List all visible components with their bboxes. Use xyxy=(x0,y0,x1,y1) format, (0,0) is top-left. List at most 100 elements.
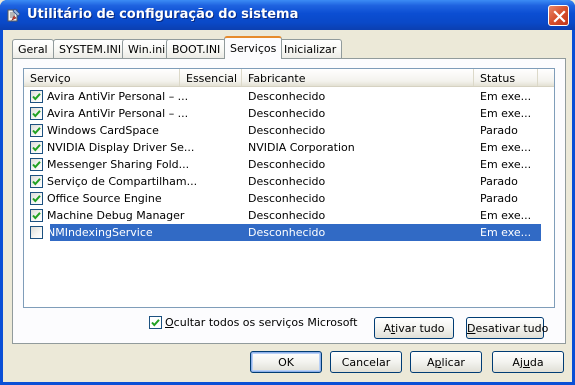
manufacturer-cell: Desconhecido xyxy=(248,107,326,120)
tab-label: Inicializar xyxy=(284,43,337,56)
btn-text: A xyxy=(427,356,435,369)
manufacturer-cell: Desconhecido xyxy=(248,124,326,137)
manufacturer-cell: NVIDIA Corporation xyxy=(248,141,355,154)
status-cell: Parado xyxy=(480,124,518,137)
status-cell: Em exe... xyxy=(480,209,532,222)
tab-boot-ini[interactable]: BOOT.INI xyxy=(166,39,227,58)
list-header: Serviço Essencial Fabricante Status xyxy=(24,69,554,87)
checkmark-icon xyxy=(32,93,41,101)
services-list[interactable]: Serviço Essencial Fabricante Status Avir… xyxy=(23,68,555,308)
service-checkbox[interactable] xyxy=(30,192,43,205)
table-row[interactable]: Machine Debug Manager Desconhecido Em exe.… xyxy=(24,207,554,224)
dialog-client-area: Geral SYSTEM.INI Win.ini BOOT.INI Serviç… xyxy=(3,30,572,382)
service-name-cell: NMIndexingService xyxy=(47,226,153,239)
btn-text: licar xyxy=(441,356,465,369)
table-row[interactable]: NVIDIA Display Driver Se... NVIDIA Corpor… xyxy=(24,139,554,156)
status-cell: Em exe... xyxy=(480,158,532,171)
status-cell: Em exe... xyxy=(480,90,532,103)
apply-button[interactable]: Aplicar xyxy=(410,351,482,373)
table-row[interactable]: Messenger Sharing Fold... Desconhecido Em … xyxy=(24,156,554,173)
service-checkbox[interactable] xyxy=(30,209,43,222)
tab-label: Geral xyxy=(18,43,48,56)
manufacturer-cell: Desconhecido xyxy=(248,192,326,205)
disable-all-button[interactable]: Desativar tudo xyxy=(466,317,548,339)
title-bar[interactable]: Utilitário de configuração do sistema xyxy=(0,0,575,30)
manufacturer-cell: Desconhecido xyxy=(248,175,326,188)
manufacturer-cell: Desconhecido xyxy=(248,209,326,222)
service-name-cell: Machine Debug Manager xyxy=(47,209,185,222)
tab-label: SYSTEM.INI xyxy=(59,43,122,56)
column-header-status[interactable]: Status xyxy=(474,69,538,86)
services-tab-panel: Serviço Essencial Fabricante Status Avir… xyxy=(12,58,566,344)
service-checkbox[interactable] xyxy=(30,175,43,188)
checkmark-icon xyxy=(32,161,41,169)
service-name-cell: Office Source Engine xyxy=(47,192,162,205)
column-label: Fabricante xyxy=(248,72,306,85)
service-name-cell: Avira AntiVir Personal – ... xyxy=(47,107,189,120)
checkmark-icon xyxy=(151,319,160,327)
service-checkbox[interactable] xyxy=(30,141,43,154)
btn-text: Cancelar xyxy=(341,356,391,369)
tab-label: Win.ini xyxy=(128,43,166,56)
column-label: Status xyxy=(480,72,516,85)
tab-geral[interactable]: Geral xyxy=(12,39,54,58)
msconfig-icon xyxy=(6,7,22,23)
checkmark-icon xyxy=(32,178,41,186)
btn-text: da xyxy=(529,356,544,369)
service-name-cell: NVIDIA Display Driver Se... xyxy=(47,141,195,154)
btn-text: A xyxy=(383,322,391,335)
table-row[interactable]: Avira AntiVir Personal – ... Desconhecido… xyxy=(24,105,554,122)
hide-microsoft-services-checkbox[interactable] xyxy=(149,316,162,329)
close-icon xyxy=(553,10,566,23)
hide-microsoft-services-label[interactable]: Ocultar todos os serviços Microsoft xyxy=(165,316,357,329)
btn-text: ivar tudo xyxy=(395,322,445,335)
tab-servicos[interactable]: Serviços xyxy=(224,36,283,59)
table-row[interactable]: NMIndexingService Desconhecido Em exe... xyxy=(24,224,554,241)
manufacturer-cell: Desconhecido xyxy=(248,158,326,171)
service-checkbox[interactable] xyxy=(30,90,43,103)
checkmark-icon xyxy=(32,195,41,203)
service-checkbox[interactable] xyxy=(30,124,43,137)
tab-label: BOOT.INI xyxy=(172,43,221,56)
btn-text: esativar tudo xyxy=(475,322,549,335)
service-name-cell: Messenger Sharing Fold... xyxy=(47,158,190,171)
checkmark-icon xyxy=(32,212,41,220)
service-checkbox[interactable] xyxy=(30,107,43,120)
checkmark-icon xyxy=(32,110,41,118)
hide-label-text: cultar todos os serviços Microsoft xyxy=(173,316,358,329)
manufacturer-cell: Desconhecido xyxy=(248,90,326,103)
btn-text: Aj xyxy=(512,356,523,369)
tab-system-ini[interactable]: SYSTEM.INI xyxy=(53,39,128,58)
checkmark-icon xyxy=(32,144,41,152)
service-checkbox[interactable] xyxy=(30,226,43,239)
tab-inicializar[interactable]: Inicializar xyxy=(278,39,343,58)
status-cell: Parado xyxy=(480,175,518,188)
service-name-cell: Avira AntiVir Personal – ... xyxy=(47,90,189,103)
tab-win-ini[interactable]: Win.ini xyxy=(122,39,172,58)
status-cell: Em exe... xyxy=(480,107,532,120)
help-button[interactable]: Ajuda xyxy=(492,351,564,373)
btn-mnemonic: u xyxy=(522,356,530,369)
table-row[interactable]: Office Source Engine Desconhecido Parado xyxy=(24,190,554,207)
btn-text: OK xyxy=(278,356,294,369)
checkmark-icon xyxy=(32,127,41,135)
service-name-cell: Serviço de Compartilham... xyxy=(47,175,198,188)
btn-mnemonic: p xyxy=(434,356,442,369)
enable-all-button[interactable]: Ativar tudo xyxy=(374,317,454,339)
status-cell: Parado xyxy=(480,192,518,205)
msconfig-window: Utilitário de configuração do sistema Ge… xyxy=(0,0,575,385)
tab-label: Serviços xyxy=(230,42,277,55)
status-cell: Em exe... xyxy=(480,226,532,239)
column-header-servico[interactable]: Serviço xyxy=(24,69,180,86)
column-header-fabricante[interactable]: Fabricante xyxy=(242,69,474,86)
cancel-button[interactable]: Cancelar xyxy=(330,351,402,373)
table-row[interactable]: Windows CardSpace Desconhecido Parado xyxy=(24,122,554,139)
column-label: Serviço xyxy=(30,72,71,85)
column-header-essencial[interactable]: Essencial xyxy=(180,69,242,86)
service-checkbox[interactable] xyxy=(30,158,43,171)
close-button[interactable] xyxy=(548,5,569,26)
table-row[interactable]: Serviço de Compartilham... Desconhecido Pa… xyxy=(24,173,554,190)
status-cell: Em exe... xyxy=(480,141,532,154)
ok-button[interactable]: OK xyxy=(250,351,322,373)
table-row[interactable]: Avira AntiVir Personal – ... Desconhecido… xyxy=(24,88,554,105)
